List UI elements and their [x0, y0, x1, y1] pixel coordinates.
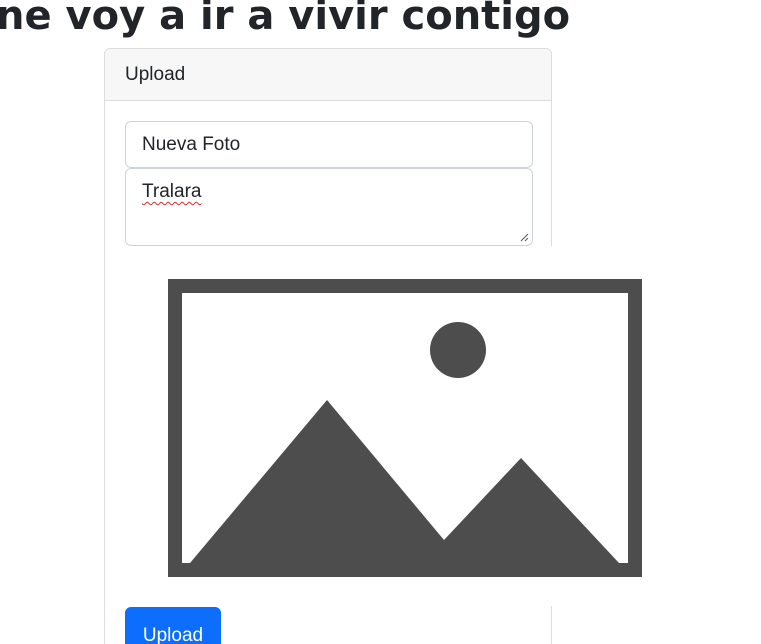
photo-description-textarea[interactable]: Tralara — [125, 168, 533, 246]
description-text: Tralara — [142, 181, 202, 202]
card-header: Upload — [105, 49, 551, 101]
page: ne voy a ir a vivir contigo Upload Trala… — [0, 0, 761, 644]
photo-title-input[interactable] — [125, 121, 533, 168]
page-heading: ne voy a ir a vivir contigo — [0, 0, 571, 39]
upload-button[interactable]: Upload — [125, 607, 221, 644]
resize-grip-icon[interactable] — [519, 232, 529, 242]
image-placeholder-icon — [168, 279, 642, 577]
card-header-title: Upload — [125, 63, 186, 85]
image-preview — [126, 246, 761, 606]
